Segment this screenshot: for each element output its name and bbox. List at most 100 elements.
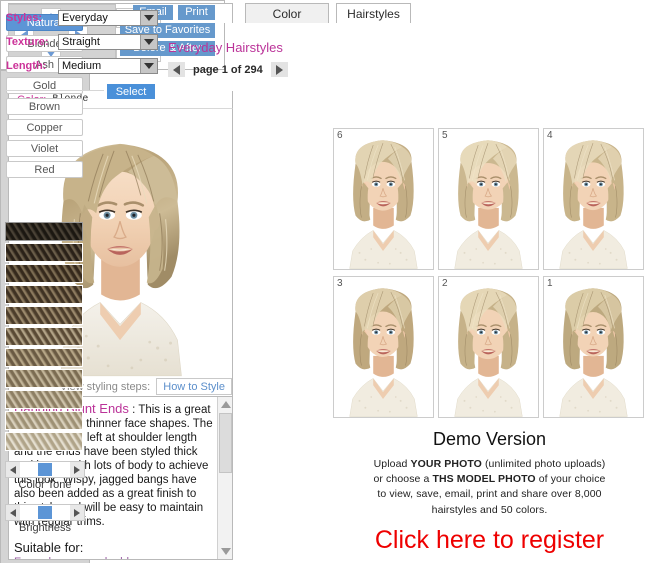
brightness-thumb[interactable] bbox=[38, 506, 52, 519]
color-button-label: Violet bbox=[31, 143, 58, 155]
color-tone-slider[interactable] bbox=[5, 461, 85, 478]
filter-label: Length: bbox=[6, 60, 58, 72]
right-arrow-icon bbox=[74, 509, 80, 517]
hairstyle-thumbnail-6[interactable]: 6 bbox=[333, 128, 434, 270]
tab-color[interactable]: Color bbox=[245, 3, 329, 23]
left-arrow-icon bbox=[10, 509, 16, 517]
filter-value: Everyday bbox=[62, 12, 108, 24]
chevron-down-icon[interactable] bbox=[140, 59, 157, 73]
color-swatch-9[interactable] bbox=[5, 390, 83, 409]
how-to-style-button[interactable]: How to Style bbox=[156, 378, 232, 395]
print-button-label: Print bbox=[185, 7, 208, 18]
right-arrow-icon bbox=[74, 466, 80, 474]
color-swatch-11[interactable] bbox=[5, 432, 83, 451]
thumbnail-number: 4 bbox=[547, 130, 553, 141]
scroll-down-icon bbox=[221, 548, 231, 555]
demo-line-3: to view, save, email, print and share ov… bbox=[337, 487, 642, 502]
thumbnail-portrait bbox=[334, 277, 433, 417]
demo-line-2: or choose a THS MODEL PHOTO of your choi… bbox=[337, 472, 642, 487]
select-button[interactable]: Select bbox=[107, 84, 155, 99]
color-swatch-1[interactable] bbox=[5, 222, 83, 241]
hairstyle-thumbnail-2[interactable]: 2 bbox=[438, 276, 539, 418]
color-swatch-4[interactable] bbox=[5, 285, 83, 304]
thumbnail-portrait bbox=[544, 277, 643, 417]
color-swatch-5[interactable] bbox=[5, 306, 83, 325]
chevron-down-glyph bbox=[144, 15, 154, 21]
pager-text: page 1 of 294 bbox=[193, 64, 263, 76]
hairstyle-thumbnail-3[interactable]: 3 bbox=[333, 276, 434, 418]
thumbnail-number: 1 bbox=[547, 278, 553, 289]
hairstyle-thumbnail-grid: 6 5 4 321 bbox=[333, 128, 646, 421]
chevron-down-icon[interactable] bbox=[140, 35, 157, 49]
color-button-copper[interactable]: Copper bbox=[6, 119, 83, 136]
chevron-down-icon[interactable] bbox=[140, 11, 157, 25]
description-scrollbar[interactable] bbox=[217, 397, 232, 559]
color-swatch-2[interactable] bbox=[5, 243, 83, 262]
filter-row-texture: Texture: Straight bbox=[6, 34, 158, 50]
demo-line1-c: (unlimited photo uploads) bbox=[482, 458, 605, 470]
filter-row-styles: Styles: Everyday bbox=[6, 10, 158, 26]
color-button-label: Brown bbox=[29, 101, 60, 113]
thumbnail-portrait bbox=[334, 129, 433, 269]
filter-label: Texture: bbox=[6, 36, 58, 48]
color-button-red[interactable]: Red bbox=[6, 161, 83, 178]
color-swatch-list bbox=[5, 222, 83, 454]
brightness-decrease[interactable] bbox=[6, 505, 20, 520]
scrollbar-thumb[interactable] bbox=[219, 413, 232, 473]
demo-version-block: Demo Version Upload YOUR PHOTO (unlimite… bbox=[333, 425, 646, 560]
color-tone-label: Color Tone bbox=[5, 479, 85, 491]
demo-version-body: Upload YOUR PHOTO (unlimited photo uploa… bbox=[333, 457, 646, 518]
left-arrow-icon bbox=[173, 65, 180, 75]
scroll-up-button[interactable] bbox=[218, 397, 233, 412]
tab-hairstyles[interactable]: Hairstyles bbox=[336, 3, 411, 23]
brightness-slider[interactable] bbox=[5, 504, 85, 521]
color-tone-increase[interactable] bbox=[70, 462, 84, 477]
hairstyle-thumbnail-5[interactable]: 5 bbox=[438, 128, 539, 270]
thumbnail-portrait bbox=[439, 129, 538, 269]
hairstyle-thumbnail-4[interactable]: 4 bbox=[543, 128, 644, 270]
thumbnail-portrait bbox=[439, 277, 538, 417]
color-tone-thumb[interactable] bbox=[38, 463, 52, 476]
filter-label: Styles: bbox=[6, 12, 58, 24]
color-swatch-3[interactable] bbox=[5, 264, 83, 283]
color-swatch-7[interactable] bbox=[5, 348, 83, 367]
chevron-down-glyph bbox=[144, 39, 154, 45]
next-page-button[interactable] bbox=[271, 62, 288, 77]
color-button-brown[interactable]: Brown bbox=[6, 98, 83, 115]
description-cut-line: Face shapes: oval, oblong, square, heart bbox=[14, 556, 213, 559]
filter-select-texture[interactable]: Straight bbox=[58, 34, 158, 50]
scroll-down-button[interactable] bbox=[218, 544, 233, 559]
demo-line2-c: of your choice bbox=[536, 473, 606, 485]
hairstyle-thumbnail-1[interactable]: 1 bbox=[543, 276, 644, 418]
tab-hairstyles-label: Hairstyles bbox=[347, 7, 400, 21]
color-tone-slider-group: Color Tone bbox=[5, 461, 85, 491]
demo-line1-a: Upload bbox=[374, 458, 411, 470]
color-tone-decrease[interactable] bbox=[6, 462, 20, 477]
color-swatch-6[interactable] bbox=[5, 327, 83, 346]
thumbnail-number: 6 bbox=[337, 130, 343, 141]
color-panel: NaturalBlondeAshGoldBrownCopperVioletRed… bbox=[0, 70, 90, 563]
hairstyles-category-title: Everyday Hairstyles bbox=[168, 40, 283, 55]
color-swatch-8[interactable] bbox=[5, 369, 83, 388]
select-button-label: Select bbox=[116, 86, 147, 98]
color-button-violet[interactable]: Violet bbox=[6, 140, 83, 157]
demo-line-4: hairstyles and 50 colors. bbox=[337, 503, 642, 518]
print-button[interactable]: Print bbox=[178, 5, 215, 20]
color-button-label: Copper bbox=[26, 122, 62, 134]
brightness-increase[interactable] bbox=[70, 505, 84, 520]
demo-version-title: Demo Version bbox=[333, 429, 646, 450]
thumbnail-portrait bbox=[544, 129, 643, 269]
prev-page-button[interactable] bbox=[168, 62, 185, 77]
brightness-label: Brightness bbox=[5, 522, 85, 534]
demo-line1-b: YOUR PHOTO bbox=[411, 458, 482, 470]
color-swatch-10[interactable] bbox=[5, 411, 83, 430]
tab-color-label: Color bbox=[273, 7, 302, 21]
filter-select-length[interactable]: Medium bbox=[58, 58, 158, 74]
filter-select-styles[interactable]: Everyday bbox=[58, 10, 158, 26]
filter-value: Straight bbox=[62, 36, 100, 48]
left-arrow-icon bbox=[10, 466, 16, 474]
color-button-gold[interactable]: Gold bbox=[6, 77, 83, 94]
register-link[interactable]: Click here to register bbox=[333, 526, 646, 555]
thumbnail-number: 5 bbox=[442, 130, 448, 141]
brightness-slider-group: Brightness bbox=[5, 504, 85, 534]
